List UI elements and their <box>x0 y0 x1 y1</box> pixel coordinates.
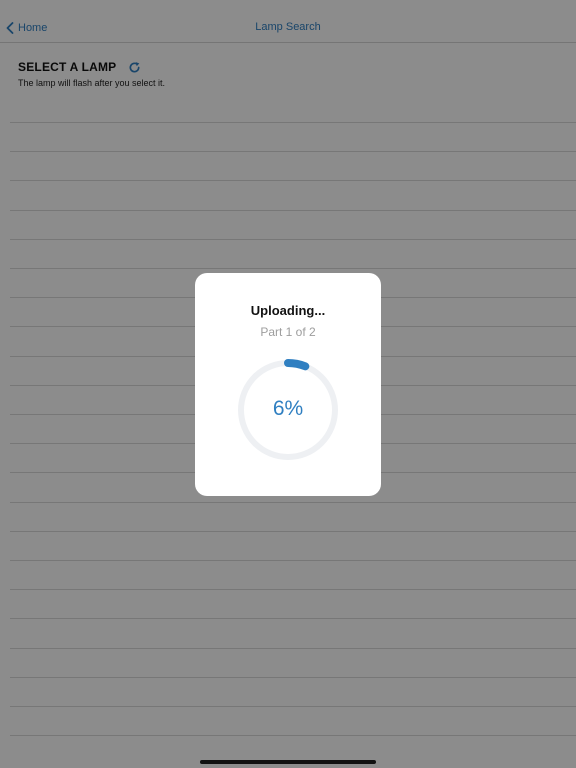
lamp-search-screen: Home Lamp Search SELECT A LAMP The lamp … <box>0 0 576 768</box>
dialog-subtitle: Part 1 of 2 <box>260 325 316 339</box>
home-indicator <box>200 760 376 764</box>
progress-percent: 6% <box>272 397 304 420</box>
upload-progress-dialog: Uploading... Part 1 of 2 6% <box>195 273 381 496</box>
dialog-title: Uploading... <box>250 303 326 318</box>
